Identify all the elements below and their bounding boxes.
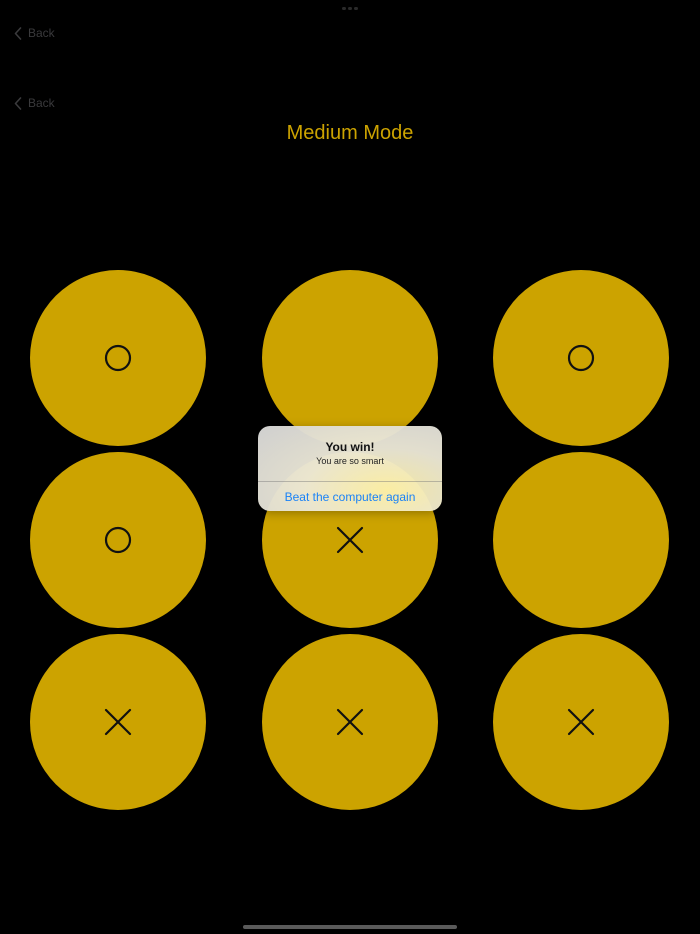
x-mark-icon: [567, 708, 595, 736]
back-button-top[interactable]: Back: [14, 26, 55, 40]
board-cell-r2c3[interactable]: [493, 452, 669, 628]
page-title: Medium Mode: [286, 122, 414, 144]
x-mark-icon: [104, 708, 132, 736]
x-mark-icon: [336, 708, 364, 736]
home-indicator[interactable]: [243, 925, 457, 929]
board-cell-r1c1[interactable]: [30, 270, 206, 446]
board-cell-r2c1[interactable]: [30, 452, 206, 628]
chevron-left-icon: [14, 26, 22, 40]
x-mark-icon: [336, 526, 364, 554]
o-mark-icon: [567, 344, 595, 372]
board-cell-r3c3[interactable]: [493, 634, 669, 810]
board-cell-r3c2[interactable]: [262, 634, 438, 810]
back-label: Back: [28, 96, 55, 110]
play-again-button[interactable]: Beat the computer again: [258, 482, 442, 511]
back-label: Back: [28, 26, 55, 40]
board-cell-r1c2[interactable]: [262, 270, 438, 446]
chevron-left-icon: [14, 96, 22, 110]
game-screen: Back Back Medium Mode You win! You are s…: [0, 0, 700, 934]
board-cell-r3c1[interactable]: [30, 634, 206, 810]
alert-message: You are so smart: [316, 456, 384, 466]
o-mark-icon: [104, 344, 132, 372]
back-button[interactable]: Back: [14, 96, 55, 110]
win-alert-dialog: You win! You are so smart Beat the compu…: [258, 426, 442, 511]
board-cell-r1c3[interactable]: [493, 270, 669, 446]
multitasking-dots-icon[interactable]: [342, 7, 358, 11]
alert-title: You win!: [325, 440, 375, 454]
o-mark-icon: [104, 526, 132, 554]
